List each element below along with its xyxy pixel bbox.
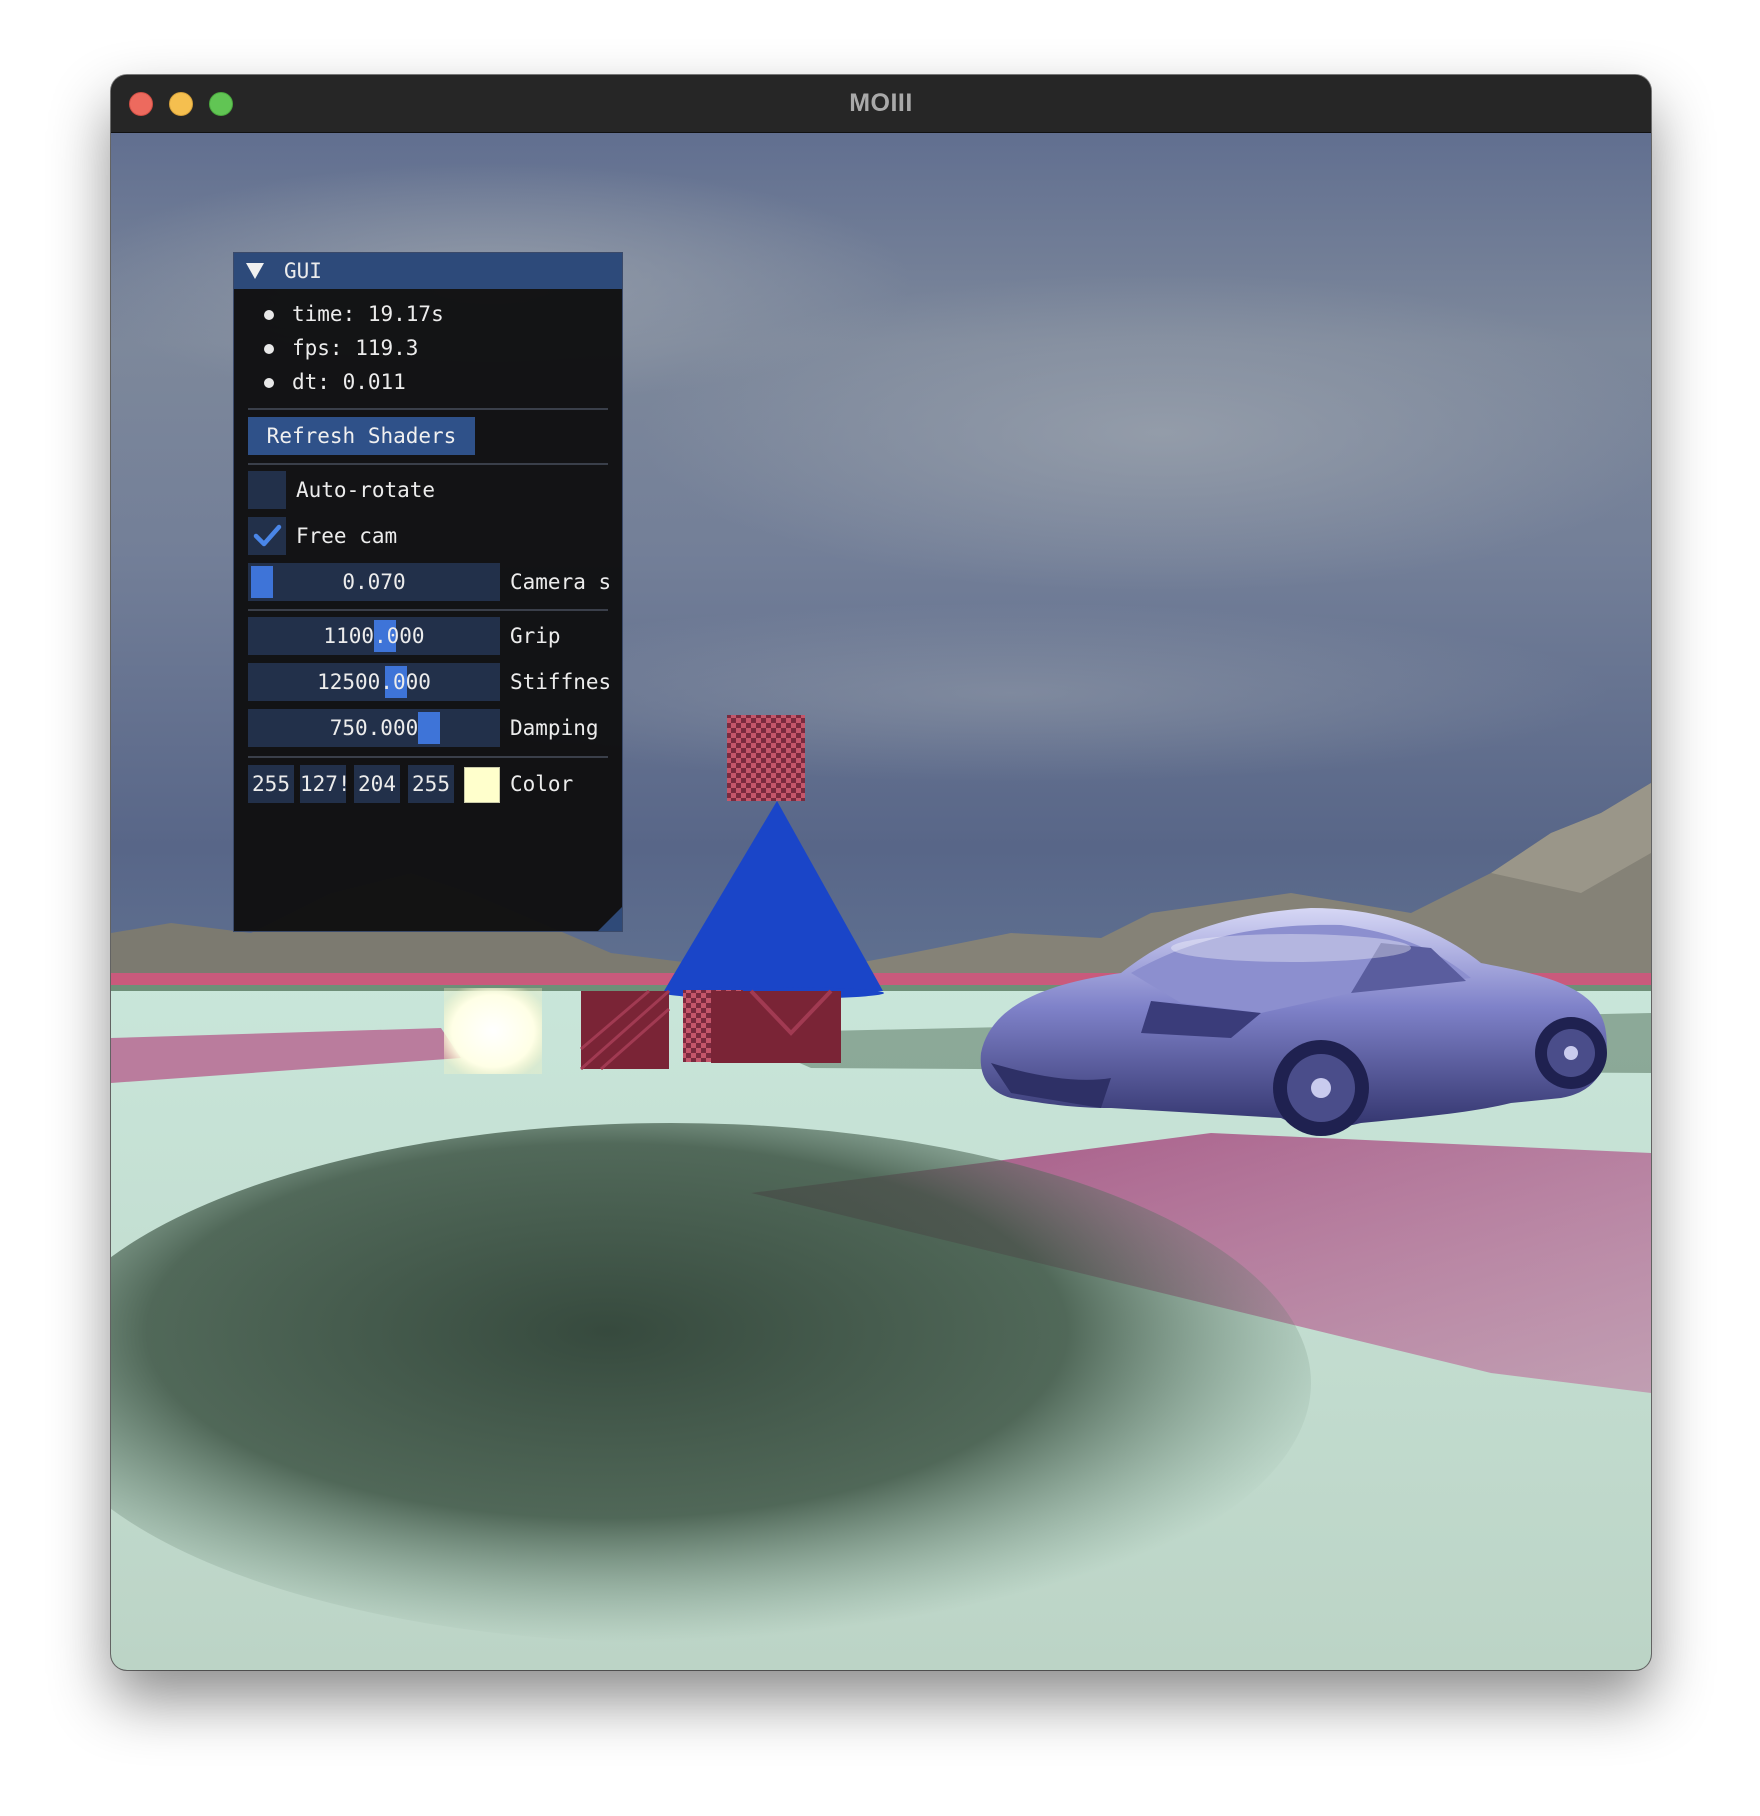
- damping-value: 750.000: [329, 716, 419, 740]
- color-swatch[interactable]: [464, 767, 500, 803]
- camera-speed-value: 0.070: [342, 570, 406, 594]
- glowing-cube: [444, 988, 542, 1074]
- separator: [248, 408, 608, 410]
- separator: [248, 609, 608, 611]
- auto-rotate-checkbox[interactable]: [248, 471, 286, 509]
- refresh-shaders-button[interactable]: Refresh Shaders: [248, 417, 475, 455]
- free-cam-label: Free cam: [296, 524, 398, 548]
- free-cam-checkbox[interactable]: [248, 517, 286, 555]
- window-title: MOIII: [849, 89, 913, 117]
- bullet-icon: [264, 378, 274, 388]
- color-r-field[interactable]: 255: [248, 765, 294, 803]
- resize-grip[interactable]: [598, 907, 622, 931]
- camera-speed-slider[interactable]: 0.070: [248, 563, 500, 601]
- app-window: MOIII GUI time: 19.17s fps: 119.3 dt: 0.…: [111, 75, 1651, 1670]
- 3d-viewport[interactable]: GUI time: 19.17s fps: 119.3 dt: 0.011 Re…: [111, 133, 1651, 1670]
- checker-cube: [727, 715, 805, 801]
- grip-label: Grip: [510, 624, 561, 648]
- gui-header[interactable]: GUI: [234, 253, 622, 289]
- stiffness-value: 12500.000: [317, 670, 431, 694]
- grip-slider[interactable]: 1100.000: [248, 617, 500, 655]
- checkmark-icon: [253, 524, 282, 547]
- bullet-icon: [264, 310, 274, 320]
- color-g-field[interactable]: 127!: [300, 765, 346, 803]
- car-highlight: [1171, 934, 1411, 962]
- damping-slider[interactable]: 750.000: [248, 709, 500, 747]
- damping-label: Damping: [510, 716, 599, 740]
- bullet-icon: [264, 344, 274, 354]
- color-b-field[interactable]: 204: [354, 765, 400, 803]
- color-a-field[interactable]: 255: [408, 765, 454, 803]
- separator: [248, 756, 608, 758]
- stiffness-label: Stiffnes: [510, 670, 612, 694]
- auto-rotate-label: Auto-rotate: [296, 478, 436, 502]
- gui-panel[interactable]: GUI time: 19.17s fps: 119.3 dt: 0.011 Re…: [233, 252, 623, 932]
- car-hub: [1564, 1046, 1578, 1060]
- camera-speed-label: Camera s: [510, 570, 612, 594]
- collapse-arrow-icon[interactable]: [246, 263, 264, 279]
- stiffness-slider[interactable]: 12500.000: [248, 663, 500, 701]
- grip-value: 1100.000: [323, 624, 425, 648]
- title-bar[interactable]: MOIII: [111, 75, 1651, 133]
- car-hub: [1311, 1078, 1331, 1098]
- color-label: Color: [510, 772, 574, 796]
- separator: [248, 463, 608, 465]
- gui-title: GUI: [284, 259, 322, 283]
